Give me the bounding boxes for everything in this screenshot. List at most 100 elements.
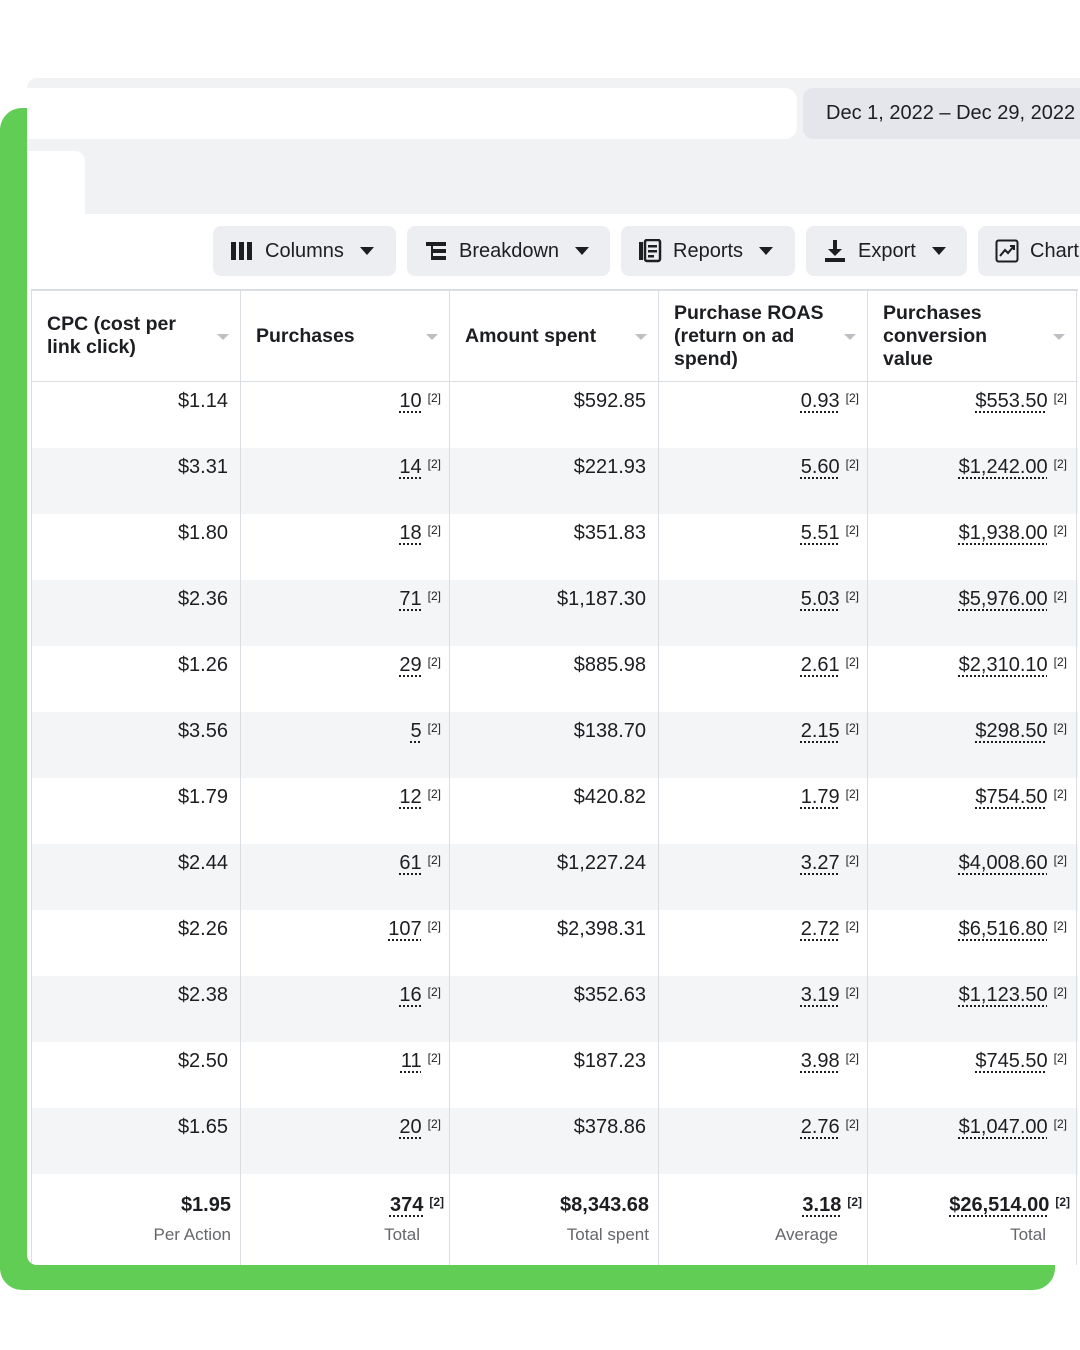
- cell-value[interactable]: 107: [388, 918, 421, 940]
- breakdown-button[interactable]: Breakdown: [407, 226, 610, 276]
- table-row[interactable]: $1.80 18 [2] $351.83 5.51 [2] $1,938.00 [2]: [32, 514, 1078, 580]
- column-header-conversion-value[interactable]: Purchases conversion value: [868, 291, 1076, 381]
- cell-value[interactable]: $2,310.10: [959, 654, 1048, 676]
- cell-purchases[interactable]: 16 [2]: [399, 984, 441, 1007]
- cell-purchase-roas[interactable]: 0.93 [2]: [801, 390, 859, 413]
- cell-conversion-value[interactable]: $553.50 [2]: [975, 390, 1067, 413]
- cell-conversion-value[interactable]: $4,008.60 [2]: [959, 852, 1067, 875]
- cell-value[interactable]: $754.50: [975, 786, 1047, 808]
- footnote-marker[interactable]: [2]: [1054, 787, 1067, 801]
- table-row[interactable]: $3.31 14 [2] $221.93 5.60 [2] $1,242.00 [2]: [32, 448, 1078, 514]
- cell-value[interactable]: 18: [399, 522, 421, 544]
- footnote-marker[interactable]: [2]: [846, 1051, 859, 1065]
- cell-value[interactable]: $4,008.60: [959, 852, 1048, 874]
- column-header-cpc[interactable]: CPC (cost per link click): [32, 291, 240, 381]
- cell-purchases[interactable]: 18 [2]: [399, 522, 441, 545]
- footnote-marker[interactable]: [2]: [428, 853, 441, 867]
- cell-purchase-roas[interactable]: 3.27 [2]: [801, 852, 859, 875]
- cell-purchases[interactable]: 20 [2]: [399, 1116, 441, 1139]
- cell-value[interactable]: $745.50: [975, 1050, 1047, 1072]
- chart-button[interactable]: Chart: [978, 226, 1080, 276]
- cell-value[interactable]: 2.15: [801, 720, 840, 742]
- cell-conversion-value[interactable]: $5,976.00 [2]: [959, 588, 1067, 611]
- footnote-marker[interactable]: [2]: [428, 391, 441, 405]
- cell-conversion-value[interactable]: $754.50 [2]: [975, 786, 1067, 809]
- footnote-marker[interactable]: [2]: [846, 853, 859, 867]
- cell-value[interactable]: $553.50: [975, 390, 1047, 412]
- cell-purchases[interactable]: 11 [2]: [401, 1050, 441, 1073]
- total-value[interactable]: 374: [390, 1194, 423, 1216]
- cell-conversion-value[interactable]: $1,123.50 [2]: [959, 984, 1067, 1007]
- total-value[interactable]: 3.18: [802, 1194, 841, 1216]
- cell-value[interactable]: 2.61: [801, 654, 840, 676]
- footnote-marker[interactable]: [2]: [1054, 853, 1067, 867]
- export-button[interactable]: Export: [806, 226, 967, 276]
- footnote-marker[interactable]: [2]: [428, 919, 441, 933]
- total-value[interactable]: $26,514.00: [949, 1194, 1049, 1216]
- cell-purchases[interactable]: 5 [2]: [411, 720, 441, 743]
- footnote-marker[interactable]: [2]: [846, 457, 859, 471]
- footnote-marker[interactable]: [2]: [429, 1195, 444, 1209]
- cell-value[interactable]: 3.98: [801, 1050, 840, 1072]
- date-range-picker[interactable]: Dec 1, 2022 – Dec 29, 2022: [803, 88, 1080, 139]
- column-header-purchases[interactable]: Purchases: [241, 291, 449, 381]
- sort-icon[interactable]: [844, 334, 856, 340]
- footnote-marker[interactable]: [2]: [1054, 655, 1067, 669]
- footnote-marker[interactable]: [2]: [1054, 523, 1067, 537]
- cell-value[interactable]: 0.93: [801, 390, 840, 412]
- cell-conversion-value[interactable]: $745.50 [2]: [975, 1050, 1067, 1073]
- cell-value[interactable]: 5: [411, 720, 422, 742]
- cell-value[interactable]: 11: [401, 1050, 422, 1072]
- cell-conversion-value[interactable]: $1,938.00 [2]: [959, 522, 1067, 545]
- column-header-amount-spent[interactable]: Amount spent: [450, 291, 658, 381]
- column-header-purchase-roas[interactable]: Purchase ROAS (return on ad spend): [659, 291, 867, 381]
- cell-value[interactable]: 71: [399, 588, 421, 610]
- cell-value[interactable]: $5,976.00: [959, 588, 1048, 610]
- cell-value[interactable]: 14: [399, 456, 421, 478]
- cell-purchases[interactable]: 71 [2]: [399, 588, 441, 611]
- footnote-marker[interactable]: [2]: [428, 787, 441, 801]
- cell-value[interactable]: $1,242.00: [959, 456, 1048, 478]
- cell-value[interactable]: $1,938.00: [959, 522, 1048, 544]
- footnote-marker[interactable]: [2]: [846, 787, 859, 801]
- sort-icon[interactable]: [1053, 334, 1065, 340]
- cell-purchase-roas[interactable]: 2.72 [2]: [801, 918, 859, 941]
- table-row[interactable]: $2.26 107 [2] $2,398.31 2.72 [2] $6,516.80 [2]: [32, 910, 1078, 976]
- footnote-marker[interactable]: [2]: [846, 721, 859, 735]
- footnote-marker[interactable]: [2]: [1054, 721, 1067, 735]
- sort-icon[interactable]: [426, 334, 438, 340]
- cell-purchase-roas[interactable]: 1.79 [2]: [801, 786, 859, 809]
- cell-conversion-value[interactable]: $2,310.10 [2]: [959, 654, 1067, 677]
- table-row[interactable]: $2.50 11 [2] $187.23 3.98 [2] $745.50 [2]: [32, 1042, 1078, 1108]
- cell-purchases[interactable]: 12 [2]: [399, 786, 441, 809]
- table-row[interactable]: $3.56 5 [2] $138.70 2.15 [2] $298.50 [2]: [32, 712, 1078, 778]
- footnote-marker[interactable]: [2]: [846, 655, 859, 669]
- footnote-marker[interactable]: [2]: [1054, 1051, 1067, 1065]
- footnote-marker[interactable]: [2]: [428, 1051, 441, 1065]
- footnote-marker[interactable]: [2]: [846, 919, 859, 933]
- footnote-marker[interactable]: [2]: [1055, 1195, 1070, 1209]
- reports-button[interactable]: Reports: [621, 226, 795, 276]
- table-row[interactable]: $1.26 29 [2] $885.98 2.61 [2] $2,310.10 [2]: [32, 646, 1078, 712]
- cell-conversion-value[interactable]: $298.50 [2]: [975, 720, 1067, 743]
- table-row[interactable]: $2.38 16 [2] $352.63 3.19 [2] $1,123.50 [2]: [32, 976, 1078, 1042]
- cell-value[interactable]: 5.51: [801, 522, 840, 544]
- table-row[interactable]: $1.65 20 [2] $378.86 2.76 [2] $1,047.00 [2]: [32, 1108, 1078, 1174]
- active-tab[interactable]: [27, 151, 85, 214]
- cell-purchase-roas[interactable]: 2.76 [2]: [801, 1116, 859, 1139]
- footnote-marker[interactable]: [2]: [428, 985, 441, 999]
- footnote-marker[interactable]: [2]: [847, 1195, 862, 1209]
- cell-value[interactable]: 2.72: [801, 918, 840, 940]
- cell-purchase-roas[interactable]: 5.51 [2]: [801, 522, 859, 545]
- cell-value[interactable]: $1,123.50: [959, 984, 1048, 1006]
- cell-value[interactable]: 16: [399, 984, 421, 1006]
- footnote-marker[interactable]: [2]: [428, 1117, 441, 1131]
- footnote-marker[interactable]: [2]: [1054, 919, 1067, 933]
- footnote-marker[interactable]: [2]: [428, 589, 441, 603]
- cell-value[interactable]: 20: [399, 1116, 421, 1138]
- footnote-marker[interactable]: [2]: [428, 721, 441, 735]
- cell-purchases[interactable]: 29 [2]: [399, 654, 441, 677]
- cell-purchase-roas[interactable]: 2.15 [2]: [801, 720, 859, 743]
- cell-purchases[interactable]: 107 [2]: [388, 918, 441, 941]
- footnote-marker[interactable]: [2]: [1054, 391, 1067, 405]
